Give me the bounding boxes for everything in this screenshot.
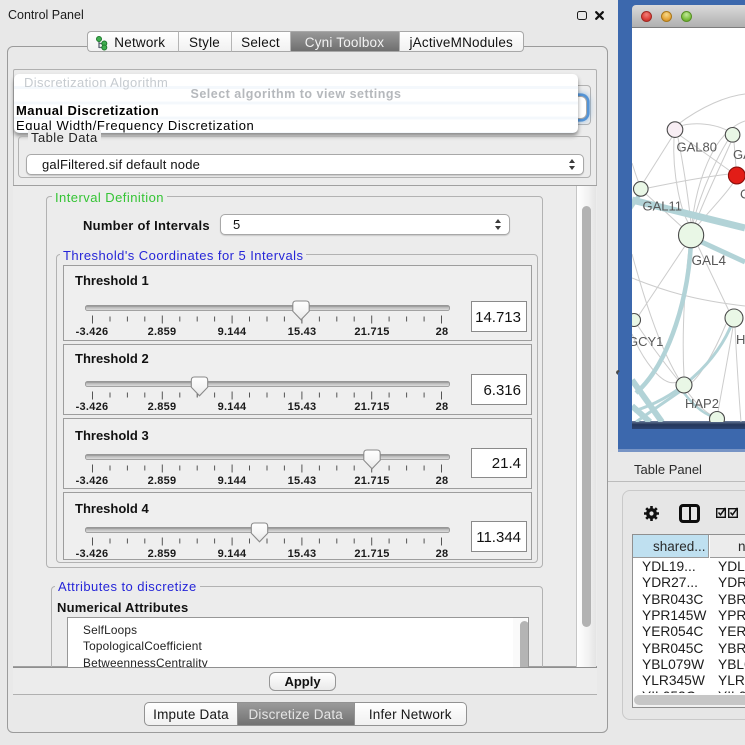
svg-text:GA: GA <box>733 147 745 162</box>
svg-text:GAL4: GAL4 <box>692 253 727 268</box>
svg-text:GAL11: GAL11 <box>643 199 683 214</box>
svg-text:GCY1: GCY1 <box>632 334 663 349</box>
svg-text:HAP2: HAP2 <box>685 396 719 411</box>
svg-text:C: C <box>740 187 745 202</box>
svg-text:H: H <box>736 332 745 347</box>
svg-text:GAL80: GAL80 <box>677 140 717 155</box>
